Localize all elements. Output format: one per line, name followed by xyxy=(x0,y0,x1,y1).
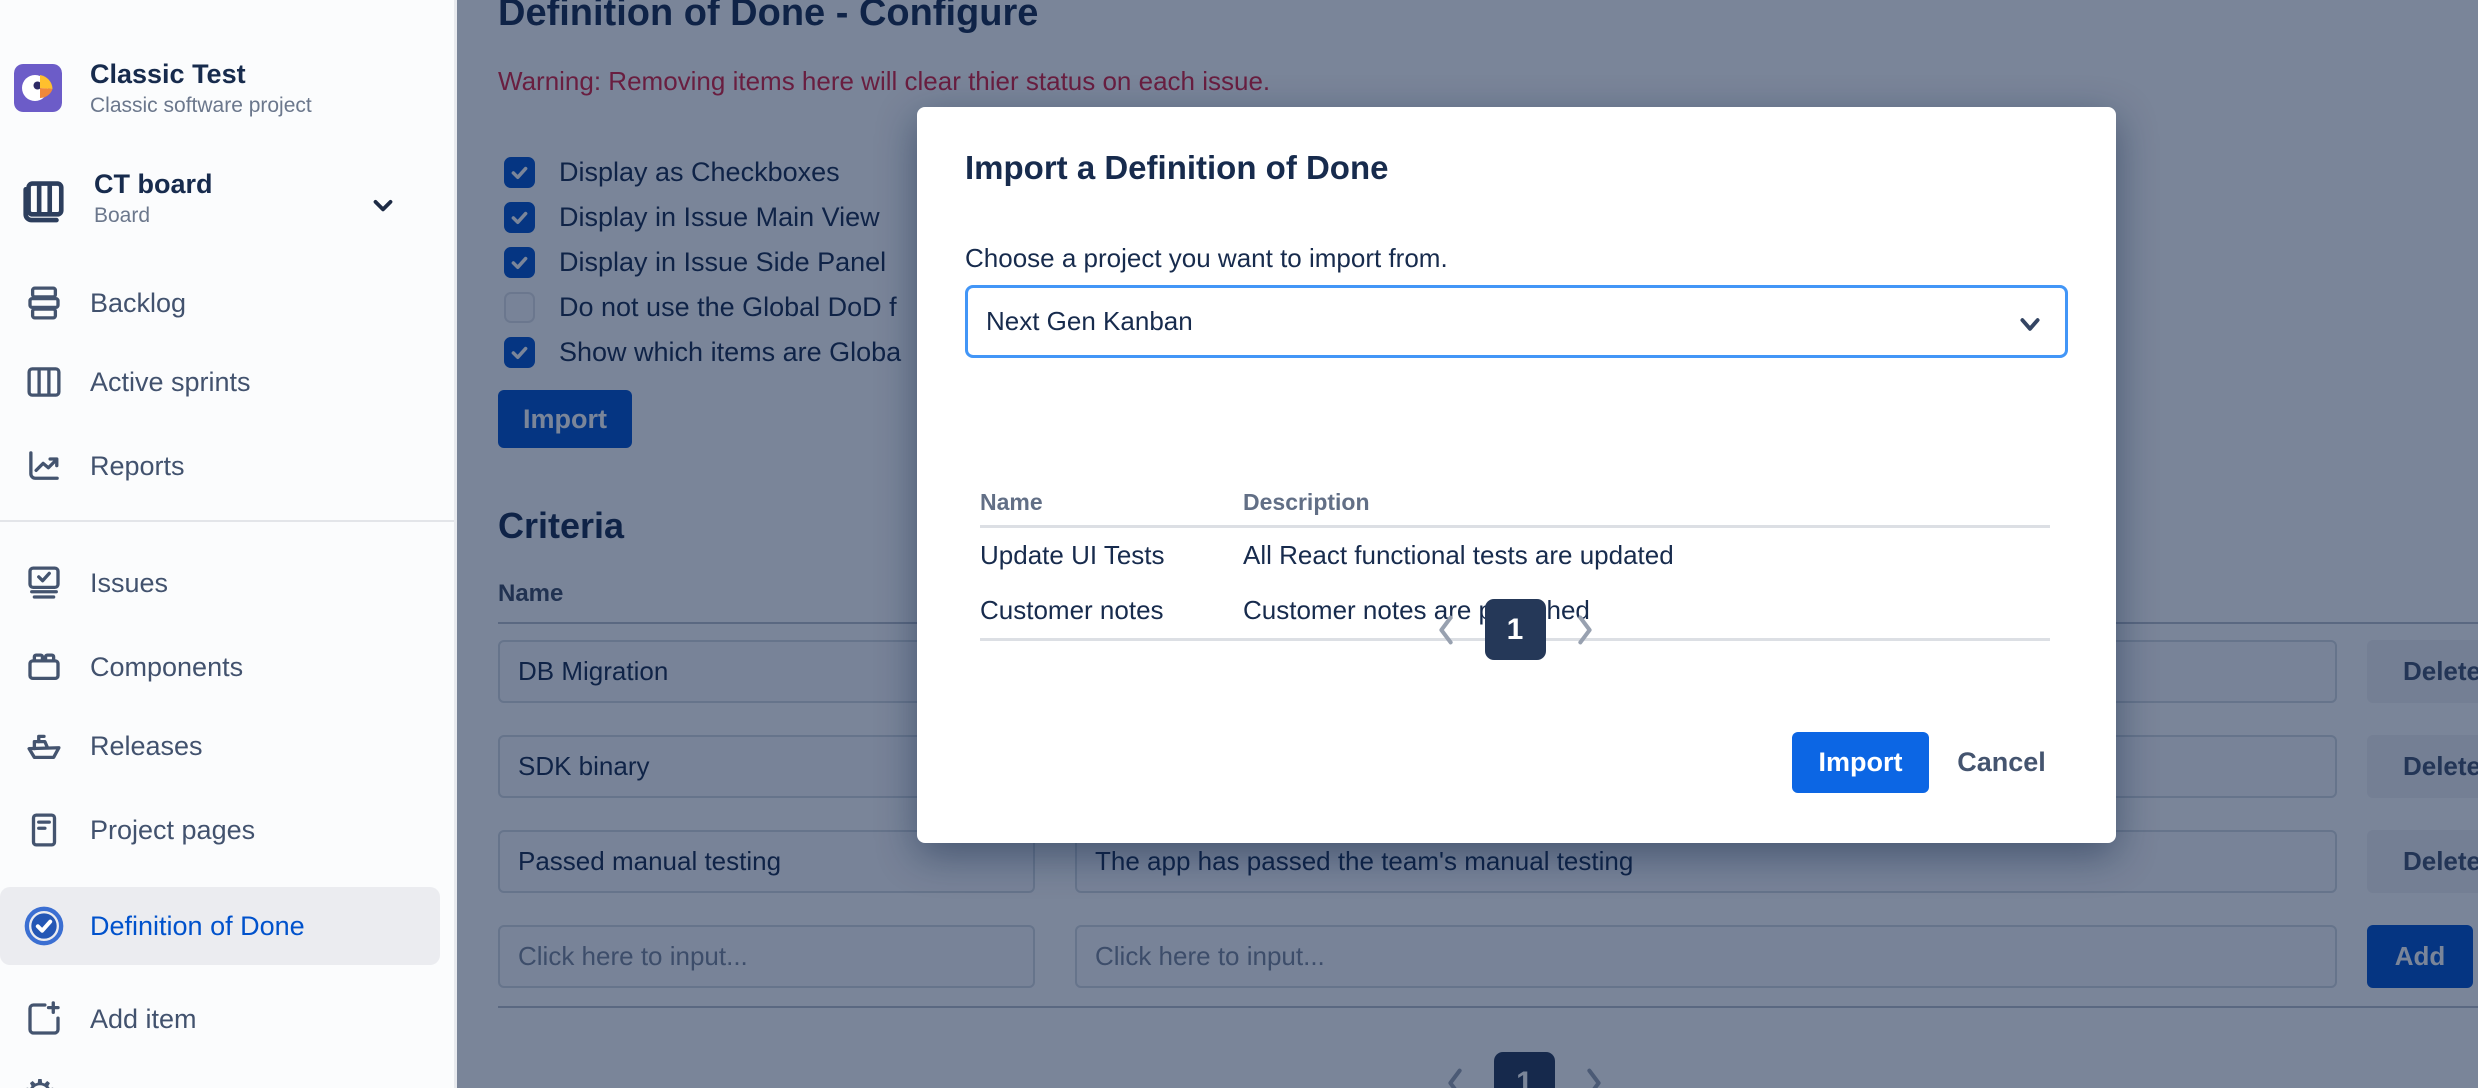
modal-cancel-button[interactable]: Cancel xyxy=(1939,732,2064,793)
sidebar-item-label: Reports xyxy=(90,451,185,482)
board-subtitle: Board xyxy=(94,204,213,228)
next-page-icon[interactable] xyxy=(1572,613,1598,647)
sidebar-item-label: Project pages xyxy=(90,815,255,846)
sidebar-item-backlog[interactable]: Backlog xyxy=(0,264,457,342)
sidebar-item-issues[interactable]: Issues xyxy=(0,544,457,622)
modal-import-button[interactable]: Import xyxy=(1792,732,1929,793)
cell-description: All React functional tests are updated xyxy=(1243,528,2050,583)
sidebar-item-label: Backlog xyxy=(90,288,186,319)
sidebar-item-label: Add item xyxy=(90,1004,197,1035)
previous-page-icon[interactable] xyxy=(1433,613,1459,647)
table-header-row: Name Description xyxy=(980,479,2050,528)
sidebar: Classic Test Classic software project CT… xyxy=(0,0,457,1088)
board-switcher[interactable]: CT board Board xyxy=(18,168,438,228)
project-subtitle: Classic software project xyxy=(90,94,312,118)
sidebar-item-definition-of-done[interactable]: Definition of Done xyxy=(0,887,440,965)
sidebar-item-reports[interactable]: Reports xyxy=(0,427,457,505)
backlog-icon xyxy=(22,281,66,325)
project-select[interactable]: Next Gen Kanban xyxy=(965,285,2068,358)
board-info: CT board Board xyxy=(94,168,213,228)
sidebar-item-active-sprints[interactable]: Active sprints xyxy=(0,343,457,421)
sidebar-item-label: Releases xyxy=(90,731,203,762)
reports-icon xyxy=(22,444,66,488)
sidebar-item-label: Definition of Done xyxy=(90,911,305,942)
modal-pagination: 1 xyxy=(980,599,2050,660)
releases-icon xyxy=(22,724,66,768)
project-name: Classic Test xyxy=(90,58,312,90)
chevron-down-icon[interactable] xyxy=(368,190,398,225)
sidebar-item-project-pages[interactable]: Project pages xyxy=(0,791,457,869)
sidebar-item-releases[interactable]: Releases xyxy=(0,707,457,785)
issues-icon xyxy=(22,561,66,605)
sidebar-item-label: Issues xyxy=(90,568,168,599)
import-dialog: Import a Definition of Done Choose a pro… xyxy=(917,107,2116,843)
sidebar-item-label: Components xyxy=(90,652,243,683)
add-item-icon xyxy=(22,997,66,1041)
dialog-footer: Import Cancel xyxy=(1792,732,2064,793)
column-header-description: Description xyxy=(1243,479,2050,525)
project-avatar xyxy=(14,64,62,112)
active-sprints-icon xyxy=(22,360,66,404)
components-icon xyxy=(22,645,66,689)
board-name: CT board xyxy=(94,168,213,200)
cell-name: Update UI Tests xyxy=(980,528,1243,583)
project-pages-icon xyxy=(22,808,66,852)
dialog-title: Import a Definition of Done xyxy=(965,149,1388,187)
sidebar-item-label: Active sprints xyxy=(90,367,251,398)
chevron-down-icon xyxy=(2017,316,2043,339)
sidebar-item-components[interactable]: Components xyxy=(0,628,457,706)
table-row: Update UI Tests All React functional tes… xyxy=(980,528,2050,583)
project-select-value: Next Gen Kanban xyxy=(986,306,1193,337)
project-info: Classic Test Classic software project xyxy=(90,58,312,118)
sidebar-item-add-item[interactable]: Add item xyxy=(0,980,457,1058)
current-page[interactable]: 1 xyxy=(1485,599,1546,660)
sidebar-divider xyxy=(0,520,454,522)
definition-of-done-icon xyxy=(22,904,66,948)
board-icon xyxy=(18,172,68,224)
column-header-name: Name xyxy=(980,479,1243,525)
settings-gear-icon[interactable]: ⚙ xyxy=(22,1072,58,1088)
project-chooser-label: Choose a project you want to import from… xyxy=(965,243,1448,274)
project-header[interactable]: Classic Test Classic software project xyxy=(14,58,312,118)
